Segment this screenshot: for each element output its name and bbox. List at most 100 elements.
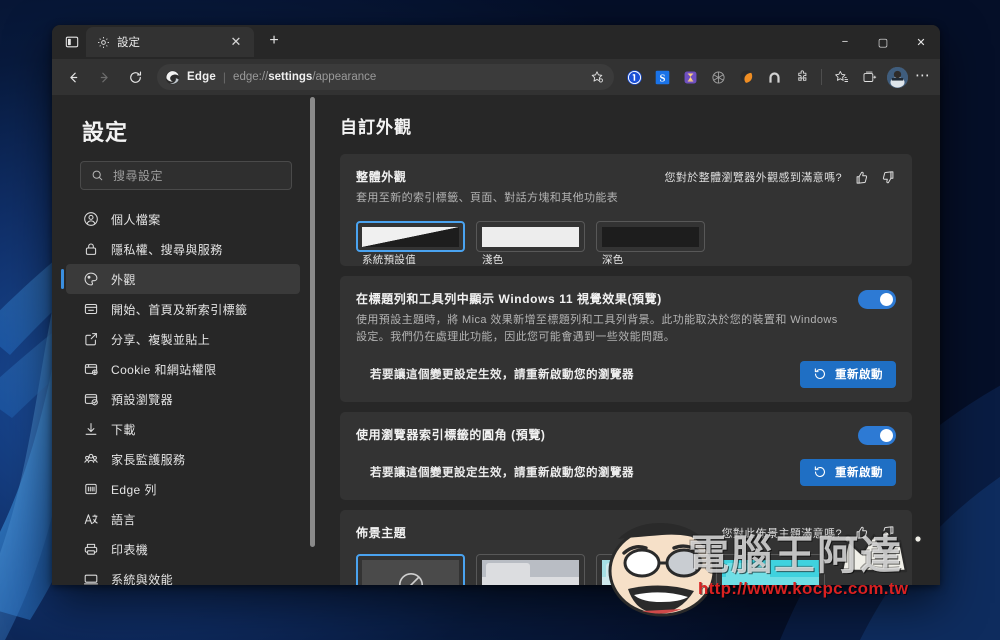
- edge-logo-icon: [165, 70, 180, 85]
- appearance-option-label: 淺色: [482, 253, 504, 266]
- theme-option-3[interactable]: 產品原創: [716, 553, 825, 585]
- mica-restart-button[interactable]: 重新啟動: [800, 360, 896, 388]
- rounded-tabs-heading: 使用瀏覽器索引標籤的圓角 (預覽): [356, 427, 546, 442]
- sidebar-item-label: 家長監護服務: [111, 452, 186, 467]
- sidebar-item-1[interactable]: 隱私權、搜尋與服務: [66, 234, 300, 264]
- close-tab-button[interactable]: ✕: [227, 33, 245, 51]
- sidebar-item-3[interactable]: 開始、首頁及新索引標籤: [66, 294, 300, 324]
- sidebar-item-9[interactable]: Edge 列: [66, 474, 300, 504]
- family-icon: [82, 451, 99, 468]
- mica-restart-note: 若要讓這個變更設定生效，請重新啟動您的瀏覽器: [370, 369, 634, 382]
- refresh-button[interactable]: [120, 63, 150, 91]
- sidebar-item-12[interactable]: 系統與效能: [66, 564, 300, 585]
- theme-option-2[interactable]: 純淨的薄荷: [596, 553, 705, 585]
- toolbar-divider: [821, 69, 822, 85]
- snowflake-extension-icon[interactable]: [705, 64, 731, 90]
- title-bar: 設定 ✕ + − ▢ ✕: [52, 25, 940, 59]
- palette-icon: [82, 271, 99, 288]
- cookie-icon: [82, 361, 99, 378]
- toggle-knob: [880, 292, 893, 306]
- sidebar-scrollbar[interactable]: [310, 97, 315, 567]
- thumbs-down-icon[interactable]: [881, 525, 896, 540]
- person-icon: [82, 211, 99, 228]
- themes-card: 佈景主題 您對此佈景主題滿意嗎? 預設晨霧純淨的薄荷產品原創: [340, 509, 912, 585]
- appearance-option-1[interactable]: 淺色: [476, 220, 585, 266]
- profile-avatar[interactable]: [884, 64, 910, 90]
- printer-icon: [82, 541, 99, 558]
- sidebar-item-6[interactable]: 預設瀏覽器: [66, 384, 300, 414]
- sidebar-item-8[interactable]: 家長監護服務: [66, 444, 300, 474]
- mica-description: 使用預設主題時，將 Mica 效果新增至標題列和工具列背景。此功能取決於您的裝置…: [356, 313, 838, 344]
- thumb-art-system: [362, 226, 459, 247]
- thumbs-up-icon[interactable]: [854, 525, 869, 540]
- share-icon: [82, 331, 99, 348]
- scrollbar-thumb[interactable]: [310, 97, 315, 547]
- new-tab-button[interactable]: +: [260, 27, 288, 55]
- tab-title: 設定: [117, 37, 140, 49]
- url-text: edge://settings/appearance: [233, 71, 377, 83]
- sidebar-item-4[interactable]: 分享、複製並貼上: [66, 324, 300, 354]
- browser-tab-settings[interactable]: 設定 ✕: [86, 27, 254, 57]
- sidebar-item-label: 系統與效能: [111, 572, 174, 586]
- overall-theme-options: 系統預設值 淺色 深色: [356, 220, 896, 266]
- appearance-option-2[interactable]: 深色: [596, 220, 705, 266]
- download-icon: [82, 421, 99, 438]
- overall-feedback: 您對於整體瀏覽器外觀感到滿意嗎?: [664, 168, 896, 185]
- appearance-option-0[interactable]: 系統預設值: [356, 220, 465, 266]
- search-input[interactable]: 搜尋設定: [80, 161, 292, 190]
- edge-browser-window: 設定 ✕ + − ▢ ✕ Edge | edge://settings/appe…: [52, 25, 940, 585]
- rounded-tabs-restart-row: 若要讓這個變更設定生效，請重新啟動您的瀏覽器 重新啟動: [356, 458, 896, 486]
- thumb-art-theme: [602, 559, 699, 585]
- sidebar-item-7[interactable]: 下載: [66, 414, 300, 444]
- page-title: 設定: [82, 120, 129, 145]
- search-placeholder: 搜尋設定: [113, 169, 164, 183]
- avatar: [886, 66, 908, 88]
- add-favorite-star-icon[interactable]: [586, 66, 608, 88]
- favorites-star-icon[interactable]: [828, 64, 854, 90]
- edge-bar-icon: [82, 481, 99, 498]
- maximize-button[interactable]: ▢: [864, 25, 902, 59]
- thumbs-down-icon[interactable]: [881, 170, 896, 185]
- toggle-knob: [880, 428, 893, 442]
- restart-circle-icon: [813, 367, 827, 381]
- appearance-option-label: 深色: [602, 253, 624, 266]
- forward-button[interactable]: [89, 63, 119, 91]
- puzzle-extensions-icon[interactable]: [789, 64, 815, 90]
- address-bar[interactable]: Edge | edge://settings/appearance: [157, 64, 614, 90]
- mica-toggle[interactable]: [858, 289, 896, 309]
- settings-sidebar: 設定 搜尋設定 個人檔案 隱私權、搜尋與服務 外觀 開始、首頁及新索引標籤 分享、複製並…: [52, 95, 315, 585]
- arch-extension-icon[interactable]: [761, 64, 787, 90]
- edge-brand-label: Edge: [187, 71, 216, 83]
- sidebar-item-11[interactable]: 印表機: [66, 534, 300, 564]
- close-window-button[interactable]: ✕: [902, 25, 940, 59]
- theme-option-1[interactable]: 晨霧: [476, 553, 585, 585]
- sidebar-item-label: 預設瀏覽器: [111, 392, 174, 407]
- simplify-extension-icon[interactable]: S: [649, 64, 675, 90]
- minimize-button[interactable]: −: [826, 25, 864, 59]
- omnibox-separator: |: [222, 70, 227, 84]
- crescent-extension-icon[interactable]: [733, 64, 759, 90]
- thumbs-up-icon[interactable]: [854, 170, 869, 185]
- back-button[interactable]: [58, 63, 88, 91]
- tab-actions-icon[interactable]: [58, 29, 86, 55]
- rounded-tabs-restart-label: 重新啟動: [835, 467, 883, 480]
- sidebar-item-0[interactable]: 個人檔案: [66, 204, 300, 234]
- overall-subtext: 套用至新的索引標籤、頁面、對話方塊和其他功能表: [356, 192, 619, 204]
- home-window-icon: [82, 301, 99, 318]
- hourglass-extension-icon[interactable]: [677, 64, 703, 90]
- thumb-art-light: [482, 226, 579, 247]
- theme-options: 預設晨霧純淨的薄荷產品原創: [356, 553, 896, 585]
- 1password-extension-icon[interactable]: [621, 64, 647, 90]
- overall-feedback-question: 您對於整體瀏覽器外觀感到滿意嗎?: [664, 172, 842, 184]
- settings-nav-list: 個人檔案 隱私權、搜尋與服務 外觀 開始、首頁及新索引標籤 分享、複製並貼上 Cookie…: [52, 204, 314, 585]
- sidebar-item-10[interactable]: 語言: [66, 504, 300, 534]
- sidebar-item-5[interactable]: Cookie 和網站權限: [66, 354, 300, 384]
- monitor-icon: [82, 571, 99, 586]
- rounded-tabs-toggle[interactable]: [858, 425, 896, 445]
- collections-icon[interactable]: [856, 64, 882, 90]
- more-options-button[interactable]: ⋯: [912, 68, 934, 87]
- theme-option-0[interactable]: 預設: [356, 553, 465, 585]
- appearance-option-label: 系統預設值: [362, 253, 416, 266]
- sidebar-item-2[interactable]: 外觀: [61, 264, 300, 294]
- rounded-tabs-restart-button[interactable]: 重新啟動: [800, 458, 896, 486]
